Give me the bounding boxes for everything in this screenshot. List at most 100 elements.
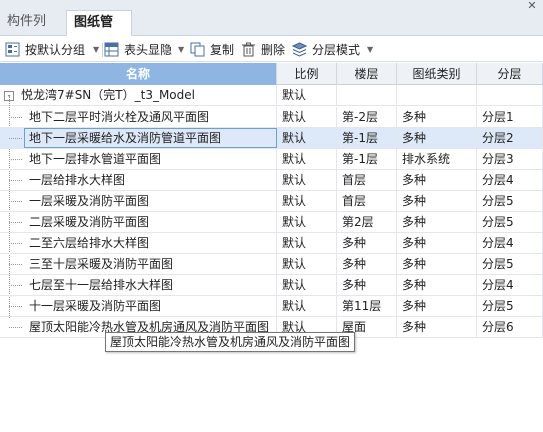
name-tooltip: 屋顶太阳能冷热水管及机房通风及消防平面图 (105, 332, 356, 352)
tree-branch-line (9, 306, 22, 307)
tree-root-row[interactable]: - 悦龙湾7#SN（完T）_t3_Model 默认 (0, 85, 543, 106)
drawing-scale: 默认 (277, 233, 337, 253)
drawing-floor: 第11层 (337, 296, 397, 316)
drawing-layer: 分层5 (477, 296, 543, 316)
drawing-category: 多种 (397, 191, 477, 211)
drawing-floor: 第-1层 (337, 128, 397, 148)
drawing-scale: 默认 (277, 191, 337, 211)
drawing-floor: 第2层 (337, 212, 397, 232)
tab-drawing-management[interactable]: 图纸管理 (66, 10, 132, 54)
layer-mode-label: 分层模式 (312, 43, 361, 57)
column-header-layer[interactable]: 分层 (477, 63, 543, 85)
drawing-layer: 分层3 (477, 149, 543, 169)
table-row[interactable]: 七层至十一层给排水大样图 默认 多种 多种 分层4 (0, 275, 543, 296)
table-row[interactable]: 一层采暖及消防平面图 默认 首层 多种 分层5 (0, 191, 543, 212)
tree-branch-line (9, 117, 22, 118)
table-header: 名称 比例 楼层 图纸类别 分层 (0, 63, 543, 85)
drawing-scale: 默认 (277, 170, 337, 190)
table-header-icon (104, 42, 119, 57)
drawing-layer: 分层5 (477, 212, 543, 232)
tree-branch-line (9, 138, 22, 139)
drawing-layer: 分层4 (477, 233, 543, 253)
drawing-category: 多种 (397, 233, 477, 253)
copy-button[interactable]: 复制 (190, 40, 236, 60)
drawing-floor: 首层 (337, 191, 397, 211)
drawing-floor: 首层 (337, 170, 397, 190)
trash-icon (242, 42, 255, 57)
drawing-floor: 多种 (337, 233, 397, 253)
root-layer (477, 85, 543, 105)
column-header-category[interactable]: 图纸类别 (397, 63, 477, 85)
table-row[interactable]: 地下二层平时消火栓及通风平面图 默认 第-2层 多种 分层1 (0, 107, 543, 128)
group-sort-icon (5, 42, 20, 57)
drawing-layer: 分层5 (477, 254, 543, 274)
drawing-floor: 多种 (337, 254, 397, 274)
delete-label: 删除 (261, 43, 286, 57)
header-toggle-label: 表头显隐 (124, 43, 173, 57)
drawing-name: 地下二层平时消火栓及通风平面图 (24, 107, 277, 127)
table-row[interactable]: 十一层采暖及消防平面图 默认 第11层 多种 分层5 (0, 296, 543, 317)
root-name: 悦龙湾7#SN（完T）_t3_Model (16, 85, 277, 105)
column-header-floor[interactable]: 楼层 (337, 63, 397, 85)
drawing-name: 地下一层排水管道平面图 (24, 149, 277, 169)
drawing-category: 多种 (397, 107, 477, 127)
drawing-scale: 默认 (277, 107, 337, 127)
column-header-name[interactable]: 名称 (0, 63, 277, 85)
drawing-scale: 默认 (277, 212, 337, 232)
tree-branch-line (9, 180, 22, 181)
tree-branch-line (9, 243, 22, 244)
table-row[interactable]: 二层采暖及消防平面图 默认 第2层 多种 分层5 (0, 212, 543, 233)
tab-component-list[interactable]: 构件列表 (0, 10, 64, 53)
toolbar-separator (102, 43, 103, 57)
drawing-category: 多种 (397, 170, 477, 190)
layer-mode-button[interactable]: 分层模式 ▼ (292, 40, 376, 60)
tree-branch-line (9, 159, 22, 160)
sort-default-label: 按默认分组 (25, 43, 86, 57)
drawing-name: 三至十层采暖及消防平面图 (24, 254, 277, 274)
drawing-floor: 多种 (337, 275, 397, 295)
drawing-name: 七层至十一层给排水大样图 (24, 275, 277, 295)
root-category (397, 85, 477, 105)
drawing-scale: 默认 (277, 275, 337, 295)
table-row[interactable]: 地下一层排水管道平面图 默认 第-1层 排水系统 分层3 (0, 149, 543, 170)
drawing-name: 二层采暖及消防平面图 (24, 212, 277, 232)
header-toggle-button[interactable]: 表头显隐 ▼ (104, 40, 186, 60)
drawing-category: 多种 (397, 317, 477, 337)
drawing-name: 十一层采暖及消防平面图 (24, 296, 277, 316)
table-row[interactable]: 地下一层采暖给水及消防管道平面图 默认 第-1层 多种 分层2 (0, 128, 543, 149)
tree-branch-line (9, 201, 22, 202)
tree-branch-line (9, 222, 22, 223)
drawing-floor: 第-1层 (337, 149, 397, 169)
chevron-down-icon: ▼ (93, 45, 100, 54)
tree-branch-line (9, 285, 22, 286)
drawing-category: 多种 (397, 296, 477, 316)
chevron-down-icon: ▼ (178, 45, 185, 54)
close-icon[interactable]: ✕ (525, 0, 539, 12)
drawing-scale: 默认 (277, 128, 337, 148)
table-row[interactable]: 一层给排水大样图 默认 首层 多种 分层4 (0, 170, 543, 191)
tree-branch-line (9, 264, 22, 265)
column-header-scale[interactable]: 比例 (277, 63, 337, 85)
layers-icon (292, 42, 307, 57)
drawing-layer: 分层6 (477, 317, 543, 337)
sort-default-button[interactable]: 按默认分组 ▼ (5, 40, 100, 60)
drawing-category: 多种 (397, 275, 477, 295)
copy-label: 复制 (210, 43, 235, 57)
table-row[interactable]: 三至十层采暖及消防平面图 默认 多种 多种 分层5 (0, 254, 543, 275)
drawing-scale: 默认 (277, 149, 337, 169)
copy-icon (190, 42, 205, 57)
drawing-category: 排水系统 (397, 149, 477, 169)
drawing-category: 多种 (397, 128, 477, 148)
toolbar: 按默认分组 ▼ 表头显隐 ▼ 复制 删除 分层模式 ▼ (0, 37, 543, 62)
drawing-layer: 分层4 (477, 275, 543, 295)
drawing-name: 一层给排水大样图 (24, 170, 277, 190)
drawing-name: 二至六层给排水大样图 (24, 233, 277, 253)
drawing-category: 多种 (397, 254, 477, 274)
drawing-layer: 分层2 (477, 128, 543, 148)
root-scale: 默认 (277, 85, 337, 105)
delete-button[interactable]: 删除 (241, 40, 287, 60)
tab-bar: 构件列表 图纸管理 ✕ (0, 0, 543, 54)
root-floor (337, 85, 397, 105)
drawing-scale: 默认 (277, 254, 337, 274)
table-row[interactable]: 二至六层给排水大样图 默认 多种 多种 分层4 (0, 233, 543, 254)
